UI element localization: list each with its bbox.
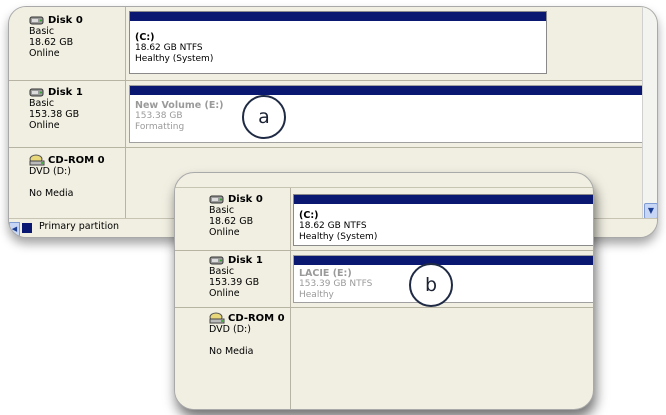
hard-disk-icon: [209, 255, 225, 266]
partition-bar: [294, 256, 593, 265]
disk-0-title: Disk 0: [228, 194, 263, 205]
legend-primary-partition: Primary partition: [39, 221, 120, 232]
volume-lacie-size: 153.39 GB NTFS: [299, 279, 373, 289]
volume-c[interactable]: (C:) 18.62 GB NTFS Healthy (System): [129, 11, 547, 74]
hard-disk-icon: [29, 87, 45, 98]
disk-1-status: Online: [209, 288, 240, 299]
cdrom-0-row[interactable]: CD-ROM 0 DVD (D:) No Media: [175, 308, 593, 409]
disk-1-label-cell: Disk 1 Basic 153.38 GB Online: [9, 81, 126, 147]
partition-bar: [130, 12, 546, 21]
disk-0-label-cell: Disk 0 Basic 18.62 GB Online: [9, 7, 126, 80]
volume-c[interactable]: (C:) 18.62 GB NTFS Healthy (System): [293, 194, 593, 246]
disk-management-panel-b: Disk 0 Basic 18.62 GB Online (C:) 18.62 …: [174, 172, 594, 410]
cdrom-0-label-cell: CD-ROM 0 DVD (D:) No Media: [175, 308, 291, 409]
callout-b: b: [409, 263, 453, 307]
volume-e-formatting[interactable]: New Volume (E:) 153.38 GB Formatting: [129, 85, 645, 143]
volume-c-status: Healthy (System): [135, 54, 214, 64]
disk-1-title: Disk 1: [48, 87, 83, 98]
disk-1-type: Basic: [29, 98, 55, 109]
cdrom-0-drive: DVD (D:): [29, 166, 71, 177]
volume-e-size: 153.38 GB: [135, 111, 183, 121]
volume-c-name: (C:): [299, 210, 319, 221]
disk-0-type: Basic: [209, 205, 235, 216]
disk-0-size: 18.62 GB: [29, 37, 74, 48]
volume-c-name: (C:): [135, 32, 155, 43]
cdrom-0-drive: DVD (D:): [209, 324, 251, 335]
cdrom-0-title: CD-ROM 0: [228, 312, 285, 324]
volume-c-size: 18.62 GB NTFS: [299, 221, 367, 231]
header-strip: [175, 173, 593, 188]
disk-0-label-cell: Disk 0 Basic 18.62 GB Online: [175, 188, 291, 250]
callout-a: a: [242, 95, 286, 139]
disk-0-type: Basic: [29, 26, 55, 37]
cdrom-0-media: No Media: [209, 346, 254, 357]
partition-bar: [130, 86, 644, 95]
disk-1-status: Online: [29, 120, 60, 131]
disk-1-title: Disk 1: [228, 255, 263, 266]
disk-0-row[interactable]: Disk 0 Basic 18.62 GB Online (C:) 18.62 …: [175, 188, 593, 251]
primary-partition-swatch: [22, 223, 32, 233]
disk-1-row[interactable]: Disk 1 Basic 153.39 GB Online LACIE (E:)…: [175, 251, 593, 308]
volume-e-name: New Volume (E:): [135, 100, 224, 111]
cdrom-icon: [29, 154, 45, 166]
vertical-scrollbar[interactable]: ▼: [642, 7, 657, 219]
disk-0-title: Disk 0: [48, 15, 83, 26]
cdrom-0-title: CD-ROM 0: [48, 154, 105, 166]
volume-lacie-status: Healthy: [299, 290, 334, 300]
disk-0-status: Online: [209, 227, 240, 238]
volume-e-status: Formatting: [135, 122, 185, 132]
disk-0-status: Online: [29, 48, 60, 59]
volume-c-size: 18.62 GB NTFS: [135, 43, 203, 53]
disk-1-size: 153.39 GB: [209, 277, 260, 288]
disk-0-row[interactable]: Disk 0 Basic 18.62 GB Online (C:) 18.62 …: [9, 7, 643, 81]
disk-1-row[interactable]: Disk 1 Basic 153.38 GB Online New Volume…: [9, 81, 645, 148]
partition-bar: [294, 195, 593, 204]
cdrom-0-label-cell: CD-ROM 0 DVD (D:) No Media: [9, 148, 126, 218]
disk-1-label-cell: Disk 1 Basic 153.39 GB Online: [175, 251, 291, 307]
disk-0-size: 18.62 GB: [209, 216, 254, 227]
hard-disk-icon: [29, 15, 45, 26]
scroll-left-arrow-icon[interactable]: ◀: [9, 222, 20, 236]
scroll-down-arrow-icon[interactable]: ▼: [644, 203, 657, 219]
disk-1-type: Basic: [209, 266, 235, 277]
volume-c-status: Healthy (System): [299, 232, 378, 242]
disk-1-size: 153.38 GB: [29, 109, 80, 120]
hard-disk-icon: [209, 194, 225, 205]
volume-lacie-name: LACIE (E:): [299, 268, 352, 279]
cdrom-icon: [209, 312, 225, 324]
cdrom-0-media: No Media: [29, 188, 74, 199]
